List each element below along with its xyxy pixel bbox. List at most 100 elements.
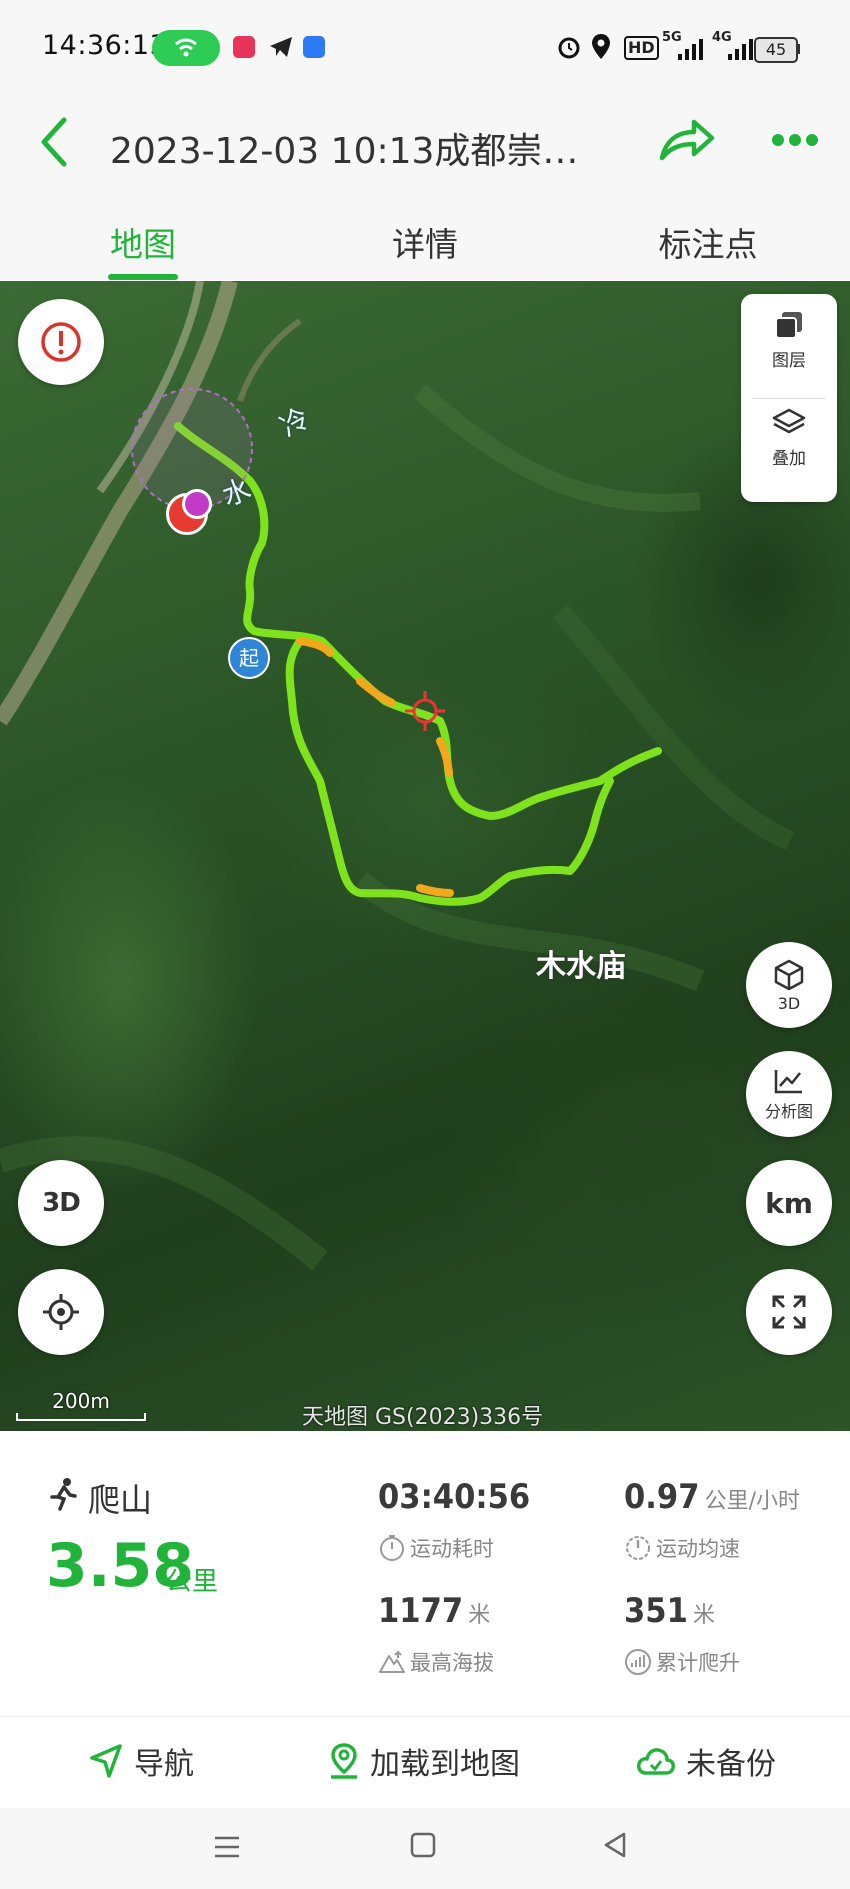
climb-unit: 米: [692, 1603, 715, 1628]
duration-caption: 运动耗时: [378, 1533, 494, 1563]
map-view[interactable]: 木水庙 冷 水 起 图层 叠加 3D 分析图 km 3D 200m 天地图 GS…: [0, 281, 850, 1431]
battery-tip: [797, 44, 800, 54]
alert-icon: [41, 322, 81, 362]
tab-map[interactable]: 地图: [43, 218, 243, 266]
duration-stat: 03:40:56: [378, 1477, 530, 1517]
load-to-map-label: 加载到地图: [370, 1747, 520, 1782]
locate-icon: [43, 1294, 79, 1330]
hd-voice-icon: HD: [624, 36, 659, 60]
max-altitude-label: 最高海拔: [410, 1651, 494, 1675]
navigate-button[interactable]: 导航: [88, 1739, 194, 1783]
speed-label: 运动均速: [656, 1537, 740, 1561]
climb-chart-icon: [625, 1649, 651, 1675]
view-3d-button[interactable]: 3D: [746, 942, 832, 1028]
layers-icon: [775, 312, 802, 339]
more-dots-icon: [772, 134, 818, 146]
max-altitude-caption: 最高海拔: [378, 1647, 494, 1677]
max-altitude-value: 1177: [378, 1591, 464, 1631]
status-bar: 14:36:13 HD 5G 4G 45: [0, 0, 850, 90]
duration-label: 运动耗时: [410, 1537, 494, 1561]
pin-marker-icon: [182, 489, 212, 519]
load-to-map-button[interactable]: 加载到地图: [328, 1739, 520, 1783]
alert-button[interactable]: [18, 299, 104, 385]
share-icon: [659, 119, 715, 161]
stack-icon: [772, 408, 806, 434]
speed-stat: 0.97 公里/小时: [624, 1477, 800, 1517]
line-chart-icon: [774, 1070, 802, 1094]
layers-label: 图层: [772, 351, 806, 371]
signal-icon: [676, 38, 704, 66]
location-icon: [590, 32, 612, 66]
battery-icon: 45: [754, 37, 798, 63]
mountain-icon: [379, 1650, 405, 1673]
expand-icon: [772, 1295, 806, 1329]
android-app-icon: [303, 36, 325, 58]
cube-icon: [774, 959, 804, 990]
three-d-mode-button[interactable]: 3D: [18, 1160, 104, 1246]
more-button[interactable]: [770, 128, 820, 156]
backup-label: 未备份: [686, 1747, 776, 1782]
scale-label: 200m: [52, 1389, 110, 1413]
three-d-mode-label: 3D: [42, 1188, 81, 1218]
speed-caption: 运动均速: [624, 1533, 740, 1563]
app-notification-icon: [233, 36, 255, 58]
action-bar: 导航 加载到地图 未备份: [0, 1716, 850, 1809]
speed-value: 0.97: [624, 1477, 700, 1517]
stats-panel: 爬山 3.58 公里 03:40:56 运动耗时 0.97 公里/小时 运动均速…: [0, 1431, 850, 1721]
climb-value: 351: [624, 1591, 688, 1631]
hotspot-pill: [152, 30, 220, 66]
telegram-icon: [268, 34, 294, 64]
overlay-button[interactable]: 叠加: [741, 406, 837, 469]
share-button[interactable]: [658, 116, 716, 168]
home-button[interactable]: [408, 1830, 438, 1864]
overlay-label: 叠加: [772, 449, 806, 469]
navigate-label: 导航: [134, 1747, 194, 1782]
climb-stat: 351 米: [624, 1591, 715, 1631]
scale-line: [16, 1413, 146, 1421]
chevron-left-icon: [41, 117, 67, 167]
active-tab-indicator: [108, 274, 178, 280]
max-altitude-stat: 1177 米: [378, 1591, 490, 1631]
system-nav-bar: [0, 1808, 850, 1889]
signal-icon-2: [726, 38, 754, 66]
view-3d-label: 3D: [777, 993, 801, 1013]
navigate-icon: [90, 1744, 122, 1778]
climb-label: 累计爬升: [656, 1651, 740, 1675]
km-label: km: [765, 1186, 813, 1220]
triangle-back-icon: [604, 1832, 626, 1858]
map-attribution: 天地图 GS(2023)336号: [302, 1405, 544, 1430]
analysis-label: 分析图: [764, 1102, 813, 1121]
back-button[interactable]: [36, 114, 72, 174]
layer-panel: 图层 叠加: [741, 294, 837, 502]
wifi-icon: [175, 38, 197, 57]
locate-button[interactable]: [18, 1269, 104, 1355]
place-label: 木水庙: [536, 949, 626, 984]
distance-unit: 公里: [166, 1567, 219, 1597]
climb-caption: 累计爬升: [624, 1647, 740, 1677]
alarm-icon: [556, 34, 582, 64]
tab-markers[interactable]: 标注点: [608, 218, 808, 266]
recent-apps-button[interactable]: [212, 1832, 242, 1866]
scale-bar: 200m: [16, 1389, 146, 1421]
max-altitude-unit: 米: [468, 1603, 491, 1628]
map-pin-icon: [331, 1743, 357, 1779]
layers-button[interactable]: 图层: [741, 308, 837, 371]
speed-unit: 公里/小时: [704, 1489, 800, 1514]
stopwatch-icon: [380, 1535, 404, 1561]
page-title: 2023-12-03 10:13成都崇…: [110, 131, 579, 172]
hiking-icon: [48, 1477, 78, 1515]
status-time: 14:36:13: [42, 30, 168, 61]
tab-details[interactable]: 详情: [325, 218, 525, 266]
fullscreen-button[interactable]: [746, 1269, 832, 1355]
back-nav-button[interactable]: [600, 1830, 630, 1864]
map-terrain: [0, 281, 795, 1271]
duration-value: 03:40:56: [378, 1477, 531, 1517]
start-marker[interactable]: 起: [228, 637, 270, 679]
activity-type: 爬山: [88, 1481, 153, 1519]
menu-lines-icon: [215, 1836, 239, 1858]
backup-button[interactable]: 未备份: [636, 1739, 776, 1783]
square-icon: [410, 1832, 436, 1858]
analysis-button[interactable]: 分析图: [746, 1051, 832, 1137]
cloud-sync-icon: [637, 1748, 675, 1775]
km-button[interactable]: km: [746, 1160, 832, 1246]
